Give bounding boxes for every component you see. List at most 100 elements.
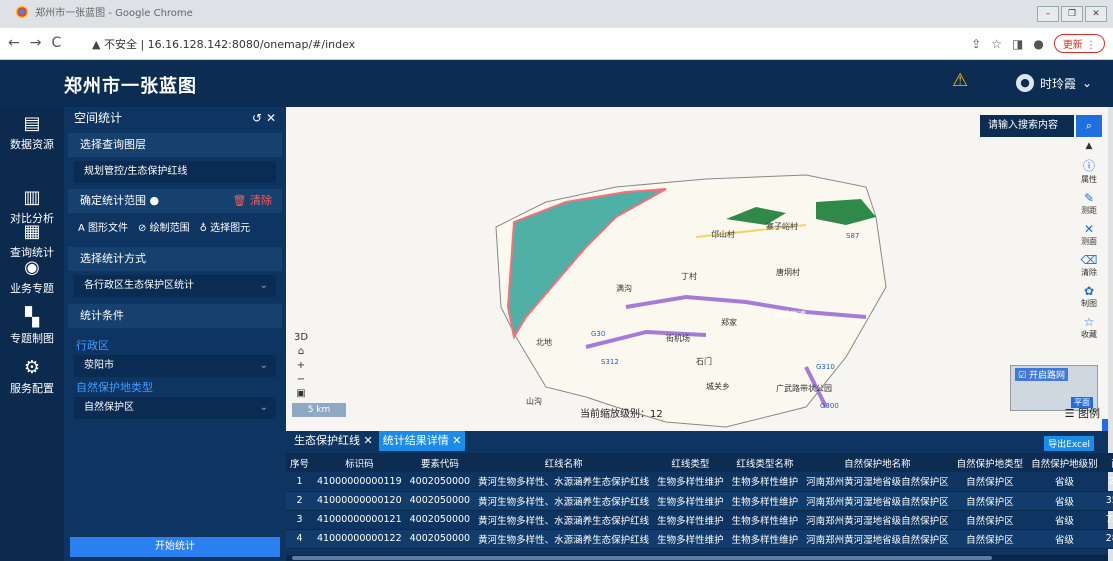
zoom-out-button[interactable]: − xyxy=(292,373,310,387)
tool-label: 清除 xyxy=(1081,268,1097,277)
nav-label: 服务配置 xyxy=(10,382,54,395)
scrollbar-thumb[interactable] xyxy=(292,556,992,560)
home-icon[interactable]: ⌂ xyxy=(292,345,310,359)
horizontal-scrollbar[interactable] xyxy=(286,555,1108,561)
sidepanel-icon[interactable]: ◨ xyxy=(1012,37,1023,51)
search-button[interactable]: ⌕ xyxy=(1076,115,1102,137)
tool-draw-map[interactable]: ✿ 制图 xyxy=(1081,284,1097,309)
column-header[interactable]: 红线类型 xyxy=(653,453,728,472)
column-header[interactable]: 红线类型名称 xyxy=(727,453,803,472)
table-row[interactable]: 1 41000000000119 4002050000 黄河生物多样性、水源涵养… xyxy=(286,472,1113,492)
tool-shape-file[interactable]: A 图形文件 xyxy=(78,219,128,234)
results-tabs: 生态保护红线 ✕ 统计结果详情 ✕ xyxy=(286,431,1108,451)
alert-icon[interactable]: ⚠ xyxy=(952,70,968,91)
tool-draw-range[interactable]: ⊘ 绘制范围 xyxy=(138,219,190,234)
search-icon: ⌕ xyxy=(1085,119,1093,132)
nav-item-business[interactable]: ◉ 业务专题 xyxy=(0,257,64,296)
tool-attributes[interactable]: ⓘ 属性 xyxy=(1081,157,1097,185)
star-icon: ☆ xyxy=(1083,315,1095,329)
results-panel: 生态保护红线 ✕ 统计结果详情 ✕ 导出Excel 序号 标识码 要素代码 红线… xyxy=(286,431,1113,561)
column-header[interactable]: 红线名称 xyxy=(474,453,654,472)
close-icon[interactable]: ✕ xyxy=(266,111,276,125)
place-label: 寨子峪村 xyxy=(766,221,798,231)
close-window-button[interactable]: ✕ xyxy=(1085,6,1107,22)
grid-icon: ▦ xyxy=(23,221,41,242)
tool-measure-area[interactable]: ✕ 测面 xyxy=(1081,222,1097,247)
nav-item-query-stats[interactable]: ▦ 查询统计 xyxy=(0,221,64,260)
close-icon[interactable]: ✕ xyxy=(452,434,461,447)
column-header[interactable]: 面积 xyxy=(1101,453,1113,472)
tab-ecology-redline[interactable]: 生态保护红线 ✕ xyxy=(290,431,377,451)
map-draw-icon: ✿ xyxy=(1083,284,1095,298)
fullscreen-icon[interactable]: ▣ xyxy=(292,387,310,401)
table-cell: 41000000000119 xyxy=(313,472,406,492)
forward-icon[interactable]: → xyxy=(30,35,52,51)
globe-icon: ◉ xyxy=(24,257,40,278)
browser-titlebar: 郑州市一张蓝图 - Google Chrome – ❐ ✕ xyxy=(0,0,1113,28)
tool-measure-distance[interactable]: ✎ 测距 xyxy=(1081,191,1097,216)
method-value: 各行政区生态保护区统计 xyxy=(84,280,194,291)
tool-favorite[interactable]: ☆ 收藏 xyxy=(1081,315,1097,340)
browser-tab[interactable]: 郑州市一张蓝图 - Google Chrome xyxy=(8,4,201,28)
method-select[interactable]: 各行政区生态保护区统计 ⌄ xyxy=(74,275,276,297)
nav-item-service-config[interactable]: ⚙ 服务配置 xyxy=(0,357,64,396)
column-header[interactable]: 序号 xyxy=(286,453,314,472)
column-header[interactable]: 自然保护地类型 xyxy=(952,453,1028,472)
view-3d-toggle[interactable]: 3D xyxy=(292,331,310,345)
side-collapse-handle[interactable] xyxy=(1102,419,1108,431)
start-stats-button[interactable]: 开始统计 xyxy=(70,537,280,557)
road-badge: S312 xyxy=(601,358,619,366)
nav-label: 业务专题 xyxy=(10,282,54,295)
reload-icon[interactable]: C xyxy=(51,35,71,51)
table-cell: 自然保护区 xyxy=(952,491,1028,511)
update-button[interactable]: 更新 ⋮ xyxy=(1053,34,1105,53)
table-row[interactable]: 4 41000000000122 4002050000 黄河生物多样性、水源涵养… xyxy=(286,529,1113,549)
export-excel-button[interactable]: 导出Excel xyxy=(1044,436,1094,451)
minimize-button[interactable]: – xyxy=(1037,6,1059,22)
tab-stats-detail[interactable]: 统计结果详情 ✕ xyxy=(378,431,466,451)
column-header[interactable]: 要素代码 xyxy=(405,453,475,472)
undo-icon[interactable]: ↺ xyxy=(252,111,262,125)
map-view[interactable]: 邙山村 寨子峪村 丁村 唐垌村 满沟 郑家 北地 街机场 城关乡 广武路带状公园… xyxy=(286,107,1108,431)
chevron-down-icon: ⌄ xyxy=(259,360,268,371)
table-cell: 河南郑州黄河湿地省级自然保护区 xyxy=(802,472,953,492)
column-header[interactable]: 标识码 xyxy=(313,453,406,472)
legend-button[interactable]: ☰ 图例 xyxy=(1065,405,1100,421)
type-select[interactable]: 自然保护区 ⌄ xyxy=(74,397,276,419)
layer-field[interactable]: 规划管控/生态保护红线 xyxy=(74,161,276,183)
column-header[interactable]: 自然保护地名称 xyxy=(802,453,953,472)
table-row[interactable]: 3 41000000000121 4002050000 黄河生物多样性、水源涵养… xyxy=(286,510,1113,530)
table-cell: 4002050000 xyxy=(405,491,475,511)
table-cell: 2263 xyxy=(1101,472,1113,492)
panel-title: 空间统计 xyxy=(74,111,123,125)
user-menu[interactable]: ● 时玲霞 ⌄ xyxy=(1016,74,1092,92)
close-icon[interactable]: ✕ xyxy=(364,434,373,447)
table-cell: 生物多样性维护 xyxy=(727,529,803,549)
area-icon: ✕ xyxy=(1083,222,1095,236)
table-row[interactable]: 2 41000000000120 4002050000 黄河生物多样性、水源涵养… xyxy=(286,491,1113,511)
district-select[interactable]: 荥阳市 ⌄ xyxy=(74,355,276,377)
place-label: 连霍高速 xyxy=(774,309,806,319)
chrome-icon xyxy=(16,6,28,18)
clear-button[interactable]: 🗑 清除 xyxy=(233,189,272,213)
nav-item-mapping[interactable]: ▚ 专题制图 xyxy=(0,307,64,346)
map-search-input[interactable]: 请输入搜索内容 xyxy=(980,115,1074,137)
column-header[interactable]: 自然保护地级别 xyxy=(1027,453,1102,472)
collapse-up-icon[interactable]: ▲ xyxy=(1086,141,1093,151)
tool-clear[interactable]: ⌫ 清除 xyxy=(1081,253,1098,278)
url-field[interactable]: ▲ 不安全 | 16.16.128.142:8080/onemap/#/inde… xyxy=(92,36,355,52)
share-icon[interactable]: ⇪ xyxy=(971,37,981,51)
road-network-toggle[interactable]: ☑ 开启路网 xyxy=(1015,368,1068,381)
nav-label: 专题制图 xyxy=(10,332,54,345)
back-icon[interactable]: ← xyxy=(8,35,30,51)
table-cell: 省级 xyxy=(1027,472,1102,492)
place-label: 丁村 xyxy=(681,271,697,281)
zoom-controls: 3D ⌂ + − ▣ xyxy=(292,331,310,401)
zoom-in-button[interactable]: + xyxy=(292,359,310,373)
profile-icon[interactable]: ● xyxy=(1033,37,1043,51)
gear-icon: ⚙ xyxy=(23,357,41,378)
bookmark-star-icon[interactable]: ☆ xyxy=(991,37,1002,51)
tool-select-element[interactable]: ♁ 选择图元 xyxy=(200,219,251,234)
nav-item-data-resources[interactable]: ▤ 数据资源 xyxy=(0,113,64,152)
restore-button[interactable]: ❐ xyxy=(1061,6,1083,22)
